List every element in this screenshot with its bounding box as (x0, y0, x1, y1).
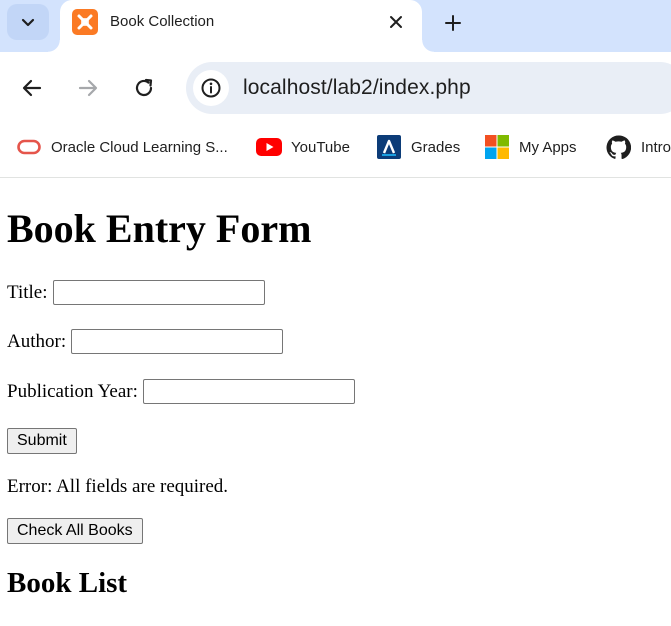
grades-icon (377, 135, 401, 159)
check-all-books-button[interactable]: Check All Books (7, 518, 143, 544)
title-row: Title: (7, 280, 265, 305)
page-content: Book Entry Form Title: Author: Publicati… (0, 179, 671, 626)
page-title: Book Entry Form (7, 206, 312, 251)
author-input[interactable] (71, 329, 284, 354)
xampp-icon (72, 9, 98, 35)
submit-button[interactable]: Submit (7, 428, 77, 454)
url-text[interactable]: localhost/lab2/index.php (243, 76, 471, 100)
forward-arrow-icon (78, 79, 98, 97)
bookmark-oracle[interactable]: Oracle Cloud Learning S... (17, 135, 228, 159)
bookmark-intro[interactable]: Intro (606, 135, 671, 159)
title-label: Title: (7, 281, 48, 303)
address-bar[interactable]: localhost/lab2/index.php (186, 62, 671, 114)
info-icon (201, 78, 221, 98)
forward-button[interactable] (70, 70, 106, 106)
publication-year-label: Publication Year: (7, 380, 138, 402)
tab-book-collection[interactable]: Book Collection (48, 0, 434, 52)
reload-button[interactable] (126, 70, 162, 106)
year-row: Publication Year: (7, 379, 355, 404)
new-tab-button[interactable] (436, 6, 470, 40)
author-row: Author: (7, 329, 284, 354)
site-info-button[interactable] (193, 70, 229, 106)
title-input[interactable] (52, 280, 265, 305)
tab-strip: Book Collection (0, 0, 671, 52)
my-apps-icon (485, 135, 509, 159)
tab-search-button[interactable] (7, 4, 49, 40)
plus-icon (445, 15, 461, 31)
back-arrow-icon (22, 79, 42, 97)
bookmark-youtube[interactable]: YouTube (256, 135, 350, 159)
github-icon (606, 135, 631, 159)
browser-toolbar: localhost/lab2/index.php (0, 52, 671, 124)
bookmarks-bar: Oracle Cloud Learning S... YouTube Grade… (0, 124, 671, 178)
reload-icon (135, 78, 153, 97)
close-icon (390, 16, 402, 28)
chevron-down-icon (21, 18, 35, 27)
tab-title: Book Collection (110, 13, 215, 30)
bookmark-grades[interactable]: Grades (377, 135, 460, 159)
bookmark-my-apps[interactable]: My Apps (485, 135, 577, 159)
tab-close-button[interactable] (382, 8, 410, 36)
oracle-icon (17, 139, 41, 155)
publication-year-input[interactable] (142, 379, 355, 404)
error-message: Error: All fields are required. (7, 476, 229, 497)
book-list-heading: Book List (7, 567, 128, 599)
back-button[interactable] (14, 70, 50, 106)
author-label: Author: (7, 330, 67, 352)
youtube-icon (256, 138, 282, 156)
